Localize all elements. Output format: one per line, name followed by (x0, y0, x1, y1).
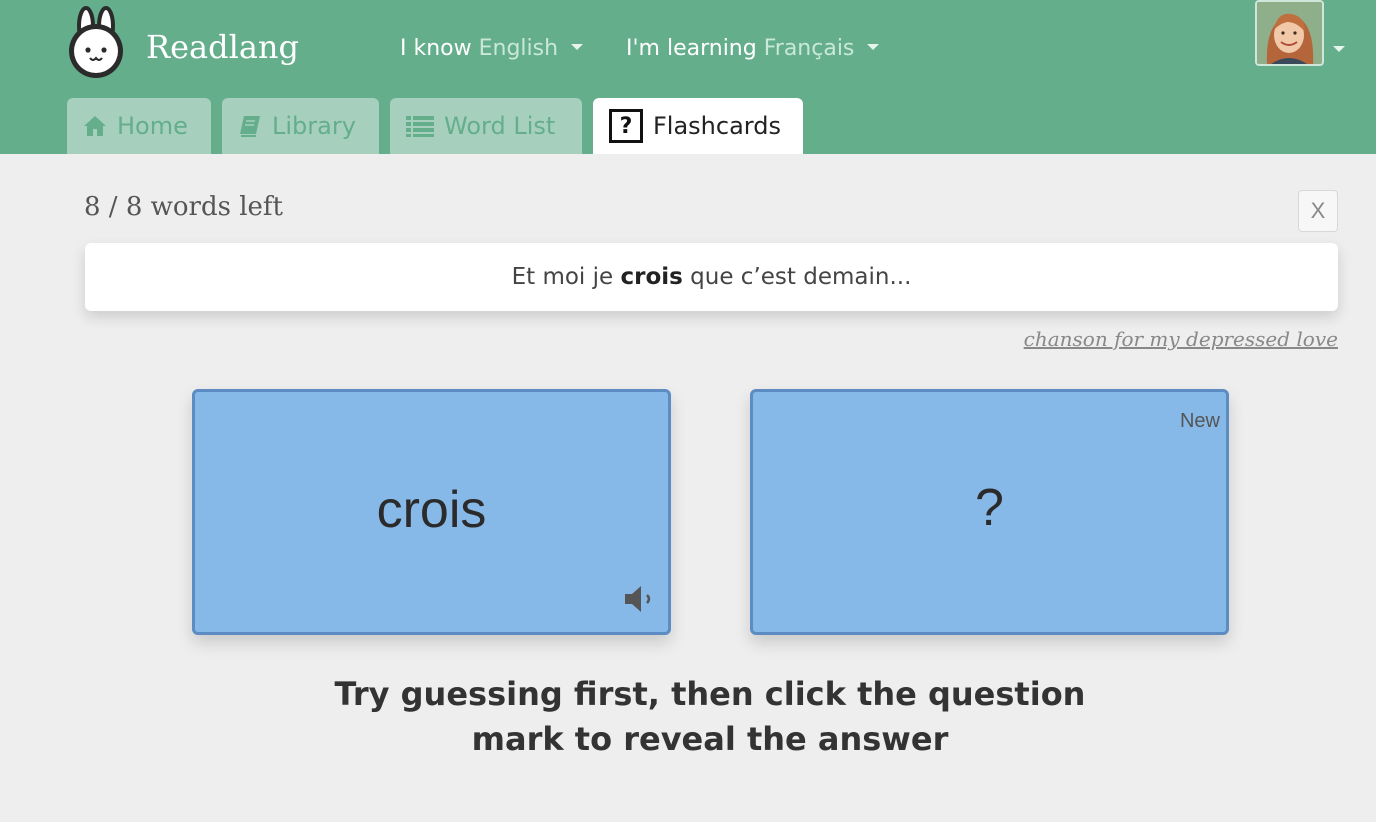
source-text-link[interactable]: chanson for my depressed love (1024, 327, 1338, 351)
user-menu-chevron-icon[interactable] (1333, 46, 1345, 52)
chevron-down-icon (571, 44, 584, 50)
flashcard-word: crois (376, 481, 487, 539)
reveal-question-mark[interactable]: ? (753, 478, 1226, 538)
flashcard-back[interactable]: New ? (750, 389, 1229, 635)
sentence-after: que c’est demain... (690, 264, 912, 290)
tab-word-list[interactable]: Word List (390, 98, 582, 154)
speaker-icon[interactable] (623, 582, 657, 616)
question-box-icon: ? (609, 109, 643, 143)
flashcard-front[interactable]: crois (192, 389, 671, 635)
chevron-down-icon (867, 44, 880, 50)
tab-word-list-label: Word List (444, 112, 556, 140)
list-icon (406, 115, 434, 137)
known-language-label: I know (400, 36, 472, 61)
new-badge: New (1179, 410, 1220, 432)
words-left-counter: 8 / 8 words left (84, 192, 283, 222)
tab-flashcards-label: Flashcards (653, 112, 781, 140)
context-sentence: Et moi je crois que c’est demain... (85, 243, 1338, 311)
home-icon (83, 115, 107, 137)
sentence-before: Et moi je (511, 264, 614, 290)
tab-flashcards[interactable]: ? Flashcards (593, 98, 803, 154)
tab-home[interactable]: Home (67, 98, 211, 154)
learning-language-value: Français (763, 36, 855, 61)
tab-library-label: Library (272, 112, 356, 140)
tab-library[interactable]: Library (222, 98, 379, 154)
known-language-dropdown[interactable]: I know English (400, 36, 584, 61)
top-header: Readlang I know English I'm learning Fra… (0, 0, 1376, 154)
close-button[interactable]: X (1298, 190, 1338, 232)
instruction-text: Try guessing first, then click the quest… (334, 675, 1086, 758)
sentence-highlight-word: crois (620, 264, 683, 290)
learning-language-label: I'm learning (626, 36, 757, 61)
brand-name[interactable]: Readlang (146, 28, 299, 66)
known-language-value: English (478, 36, 559, 61)
book-icon (238, 115, 262, 137)
user-avatar[interactable] (1255, 0, 1324, 66)
learning-language-dropdown[interactable]: I'm learning Français (626, 36, 880, 61)
rabbit-logo-icon[interactable] (64, 4, 128, 78)
tab-home-label: Home (117, 112, 188, 140)
